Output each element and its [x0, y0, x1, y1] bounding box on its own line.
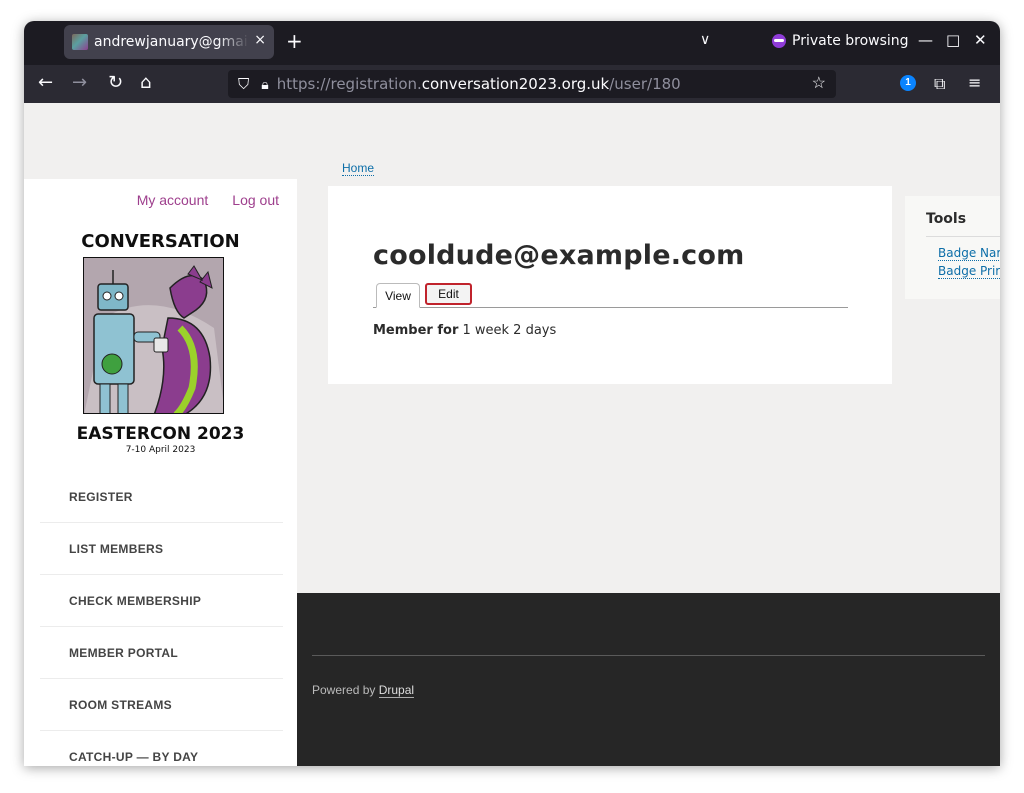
footer-divider	[312, 655, 985, 656]
local-tasks-tabs: View Edit	[373, 283, 848, 308]
logo-title: CONVERSATION	[81, 231, 240, 252]
navigation-toolbar: ← → ↻ ⌂ ⛉ 🔒︎ https://registration.conver…	[24, 65, 1000, 103]
member-for-value: 1 week 2 days	[458, 323, 557, 338]
member-for-label: Member for	[373, 323, 459, 338]
powered-by-text: Powered by Drupal	[312, 683, 415, 698]
tab-title: andrewjanuary@gmail.com	[94, 34, 249, 50]
page-title: cooldude@example.com	[373, 240, 745, 271]
password-manager-extension-icon[interactable]: 1	[900, 75, 916, 91]
site-favicon-icon	[72, 34, 88, 50]
forward-arrow-icon[interactable]: →	[72, 72, 87, 93]
account-links: My account Log out	[137, 192, 279, 208]
browser-window: andrewjanuary@gmail.com × + ∨ Private br…	[24, 21, 1000, 766]
bookmark-star-icon[interactable]: ☆	[812, 73, 826, 93]
extensions-icon[interactable]: ⧉	[934, 74, 945, 94]
main-menu: REGISTER LIST MEMBERS CHECK MEMBERSHIP M…	[40, 471, 283, 766]
menu-item-check-membership[interactable]: CHECK MEMBERSHIP	[40, 575, 283, 627]
drupal-link[interactable]: Drupal	[378, 683, 415, 698]
tools-block: Tools Badge Nar Badge Prir	[905, 196, 1000, 299]
url-prefix: https://registration.	[276, 75, 422, 93]
robot-and-dragon-illustration	[84, 258, 223, 413]
tab-list-chevron-icon[interactable]: ∨	[700, 31, 710, 48]
reload-icon[interactable]: ↻	[108, 72, 123, 93]
private-browsing-indicator: Private browsing	[772, 33, 909, 49]
new-tab-button[interactable]: +	[286, 29, 303, 53]
web-page: My account Log out CONVERSATION EASTERCO…	[24, 103, 1000, 766]
private-browsing-label: Private browsing	[792, 33, 909, 49]
tab-view[interactable]: View	[376, 283, 420, 308]
menu-item-register[interactable]: REGISTER	[40, 471, 283, 523]
url-text[interactable]: https://registration.conversation2023.or…	[277, 75, 681, 93]
private-browsing-icon	[772, 34, 786, 48]
logo-subtitle: EASTERCON 2023	[76, 424, 245, 444]
sidebar: My account Log out CONVERSATION EASTERCO…	[24, 179, 297, 766]
tab-edit[interactable]: Edit	[425, 283, 472, 305]
breadcrumb-home-link[interactable]: Home	[342, 161, 375, 176]
menu-item-list-members[interactable]: LIST MEMBERS	[40, 523, 283, 575]
menu-item-room-streams[interactable]: ROOM STREAMS	[40, 679, 283, 731]
logo-dates: 7-10 April 2023	[125, 445, 196, 455]
log-out-link[interactable]: Log out	[232, 192, 279, 208]
tab-close-icon[interactable]: ×	[254, 32, 266, 48]
my-account-link[interactable]: My account	[137, 192, 209, 208]
tracking-shield-icon[interactable]: ⛉	[238, 76, 249, 93]
site-footer: Powered by Drupal	[297, 593, 1000, 766]
close-window-button[interactable]: ✕	[974, 31, 987, 49]
tools-link-badge-print[interactable]: Badge Prir	[938, 264, 1000, 279]
menu-item-member-portal[interactable]: MEMBER PORTAL	[40, 627, 283, 679]
powered-by-label: Powered by	[312, 683, 379, 697]
lock-icon[interactable]: 🔒︎	[261, 76, 268, 93]
tools-divider	[926, 236, 1000, 237]
tools-link-badge-names[interactable]: Badge Nar	[938, 246, 1000, 261]
back-arrow-icon[interactable]: ←	[38, 72, 53, 93]
convention-logo-artwork[interactable]	[83, 257, 224, 414]
home-icon[interactable]: ⌂	[140, 72, 151, 93]
tab-strip: andrewjanuary@gmail.com × + ∨ Private br…	[24, 21, 1000, 65]
url-bar[interactable]: ⛉ 🔒︎ https://registration.conversation20…	[228, 70, 836, 98]
main-content-card: cooldude@example.com View Edit Member fo…	[328, 186, 892, 384]
menu-item-catch-up-by-day[interactable]: CATCH-UP — BY DAY	[40, 731, 283, 766]
tools-title: Tools	[926, 211, 967, 227]
member-for-text: Member for 1 week 2 days	[373, 323, 556, 338]
minimize-button[interactable]: —	[918, 31, 933, 49]
browser-tab[interactable]: andrewjanuary@gmail.com ×	[64, 25, 274, 59]
maximize-button[interactable]: □	[946, 31, 960, 49]
url-path: /user/180	[609, 75, 681, 93]
menu-hamburger-icon[interactable]: ≡	[968, 73, 981, 92]
url-host: conversation2023.org.uk	[421, 75, 610, 93]
